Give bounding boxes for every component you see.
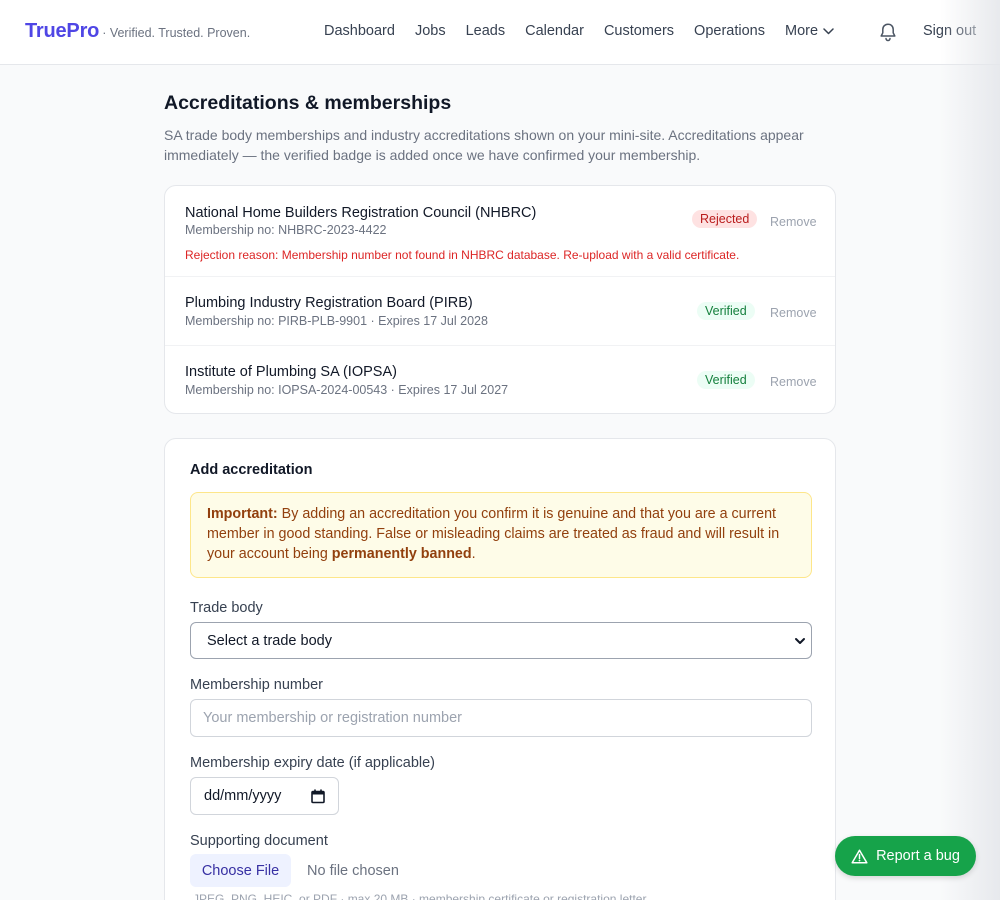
- accreditation-membership: Membership no: NHBRC-2023-4422: [185, 223, 387, 237]
- accreditation-row: National Home Builders Registration Coun…: [165, 186, 835, 276]
- membership-number-placeholder: Your membership or registration number: [203, 710, 462, 726]
- report-bug-label: Report a bug: [876, 848, 960, 864]
- supporting-document-label: Supporting document: [190, 833, 328, 849]
- accreditation-membership: Membership no: PIRB-PLB-9901 · Expires 1…: [185, 314, 488, 328]
- status-badge-rejected: Rejected: [692, 210, 758, 228]
- remove-button[interactable]: Remove: [770, 215, 817, 229]
- status-badge-verified: Verified: [697, 371, 755, 389]
- top-navigation-bar: TruePro · Verified. Trusted. Proven. Das…: [0, 0, 1000, 65]
- notice-emphasis: permanently banned: [331, 546, 472, 562]
- accreditation-name: National Home Builders Registration Coun…: [185, 205, 537, 221]
- brand-logo-text[interactable]: TruePro: [25, 20, 99, 43]
- page-description: SA trade body memberships and industry a…: [164, 127, 804, 163]
- chevron-down-icon: [823, 27, 834, 34]
- page-title: Accreditations & memberships: [164, 92, 452, 114]
- accreditation-name: Institute of Plumbing SA (IOPSA): [185, 364, 397, 380]
- choose-file-button[interactable]: Choose File: [190, 854, 291, 887]
- nav-more-dropdown[interactable]: More: [785, 23, 834, 39]
- accreditation-name: Plumbing Industry Registration Board (PI…: [185, 295, 473, 311]
- expiry-date-label: Membership expiry date (if applicable): [190, 755, 435, 771]
- file-format-hint: JPEG, PNG, HEIC, or PDF · max 20 MB · me…: [193, 892, 647, 900]
- expiry-date-value: dd/mm/yyyy: [204, 788, 282, 804]
- brand[interactable]: TruePro · Verified. Trusted. Proven.: [25, 20, 250, 43]
- main-nav: Dashboard Jobs Leads Calendar Customers …: [324, 23, 854, 39]
- add-accreditation-form: Add accreditation Important: By adding a…: [164, 438, 836, 900]
- nav-customers[interactable]: Customers: [604, 23, 674, 39]
- accreditations-list: National Home Builders Registration Coun…: [164, 185, 836, 414]
- right-edge-shadow: [940, 0, 1000, 900]
- accreditation-row: Plumbing Industry Registration Board (PI…: [165, 276, 835, 345]
- no-file-chosen-text: No file chosen: [307, 863, 399, 879]
- membership-number-label: Membership number: [190, 677, 323, 693]
- accreditation-membership: Membership no: IOPSA-2024-00543 · Expire…: [185, 383, 509, 397]
- trade-body-label: Trade body: [190, 600, 263, 616]
- accreditation-row: Institute of Plumbing SA (IOPSA) Members…: [165, 345, 835, 413]
- trade-body-select[interactable]: Select a trade body: [190, 622, 812, 659]
- rejection-reason: Rejection reason: Membership number not …: [185, 248, 740, 262]
- nav-dashboard[interactable]: Dashboard: [324, 23, 395, 39]
- report-bug-button[interactable]: Report a bug: [835, 836, 976, 876]
- form-title: Add accreditation: [190, 462, 313, 478]
- nav-leads[interactable]: Leads: [466, 23, 506, 39]
- nav-operations[interactable]: Operations: [694, 23, 765, 39]
- notifications-bell-icon[interactable]: [879, 22, 897, 47]
- page-header: Accreditations & memberships SA trade bo…: [164, 92, 836, 165]
- nav-calendar[interactable]: Calendar: [525, 23, 584, 39]
- chevron-down-icon: [795, 638, 805, 644]
- remove-button[interactable]: Remove: [770, 375, 817, 389]
- notice-end: .: [471, 546, 476, 562]
- nav-more-label: More: [784, 23, 819, 39]
- brand-tagline: · Verified. Trusted. Proven.: [102, 26, 251, 40]
- status-badge-verified: Verified: [697, 302, 755, 320]
- fraud-warning-notice: Important: By adding an accreditation yo…: [190, 492, 812, 578]
- warning-triangle-icon: [851, 849, 868, 863]
- nav-jobs[interactable]: Jobs: [415, 23, 446, 39]
- remove-button[interactable]: Remove: [770, 306, 817, 320]
- trade-body-selected-value: Select a trade body: [207, 632, 332, 649]
- notice-lead: Important:: [207, 506, 278, 522]
- membership-number-input[interactable]: Your membership or registration number: [190, 699, 812, 737]
- notice-body: By adding an accreditation you confirm i…: [207, 506, 780, 562]
- calendar-icon[interactable]: [311, 789, 325, 804]
- sign-out-link[interactable]: Sign out: [923, 23, 976, 39]
- expiry-date-input[interactable]: dd/mm/yyyy: [190, 777, 339, 815]
